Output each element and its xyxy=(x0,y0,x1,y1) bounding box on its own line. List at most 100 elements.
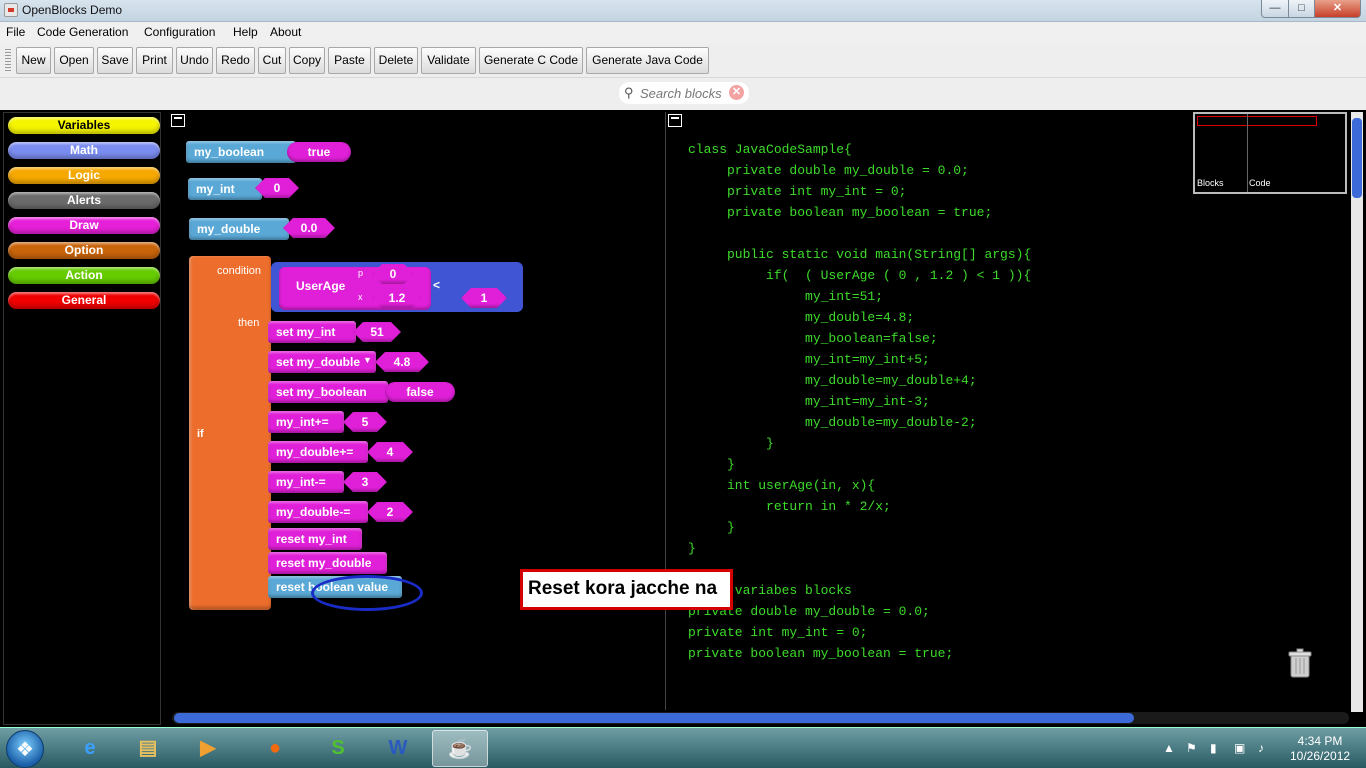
my-int-minus-block[interactable]: my_int-= xyxy=(268,471,344,493)
redo-button[interactable]: Redo xyxy=(216,47,255,74)
open-button[interactable]: Open xyxy=(54,47,94,74)
userage-label: UserAge xyxy=(296,279,346,293)
start-button[interactable]: ❖ xyxy=(6,730,44,768)
value-block-2[interactable]: 2 xyxy=(367,502,413,522)
code-view[interactable]: class JavaCodeSample{ private double my_… xyxy=(665,112,1351,710)
vertical-scroll-thumb[interactable] xyxy=(1352,118,1362,198)
value-block-51[interactable]: 51 xyxy=(353,322,401,342)
minimap-code-label: Code xyxy=(1249,178,1271,188)
cut-button[interactable]: Cut xyxy=(258,47,286,74)
if-then-label: then xyxy=(238,317,260,329)
clear-search-icon[interactable]: ✕ xyxy=(729,85,744,100)
battery-icon[interactable]: ▮ xyxy=(1210,741,1217,755)
category-general[interactable]: General xyxy=(8,292,160,309)
maximize-button[interactable]: □ xyxy=(1288,0,1315,18)
search-placeholder: Search blocks xyxy=(640,86,722,101)
new-button[interactable]: New xyxy=(16,47,51,74)
media-player-icon[interactable]: ▶ xyxy=(180,730,236,767)
green-app-icon[interactable]: S xyxy=(310,730,366,767)
var-block-my-int[interactable]: my_int xyxy=(188,178,262,200)
show-hidden-icons-icon[interactable]: ▲ xyxy=(1163,741,1175,755)
if-label: if xyxy=(197,428,204,440)
menu-code-generation[interactable]: Code Generation xyxy=(37,25,128,39)
close-button[interactable]: ✕ xyxy=(1314,0,1361,18)
validate-button[interactable]: Validate xyxy=(421,47,476,74)
my-int-plus-block[interactable]: my_int+= xyxy=(268,411,344,433)
minimize-button[interactable]: — xyxy=(1261,0,1289,18)
network-icon[interactable]: ▣ xyxy=(1234,741,1245,755)
menu-help[interactable]: Help xyxy=(233,25,258,39)
search-input[interactable]: ⚲ Search blocks ✕ xyxy=(619,82,749,104)
category-alerts[interactable]: Alerts xyxy=(8,192,160,209)
param-x-label: x xyxy=(358,292,363,302)
minimap-viewport[interactable] xyxy=(1197,116,1317,126)
set-my-int-block[interactable]: set my_int xyxy=(268,321,356,343)
var-block-my-double[interactable]: my_double xyxy=(189,218,289,240)
generate-c-code-button[interactable]: Generate C Code xyxy=(479,47,583,74)
toolbar: New Open Save Print Undo Redo Cut Copy P… xyxy=(0,43,1366,78)
action-center-icon[interactable]: ⚑ xyxy=(1186,741,1197,755)
category-draw[interactable]: Draw xyxy=(8,217,160,234)
horizontal-scroll-thumb[interactable] xyxy=(174,713,1134,723)
internet-explorer-icon[interactable]: e xyxy=(62,730,118,767)
value-block-x[interactable]: 1.2 xyxy=(372,288,422,308)
clock[interactable]: 4:34 PM 10/26/2012 xyxy=(1290,734,1350,764)
value-block-false[interactable]: false xyxy=(385,382,455,402)
highlight-circle-annotation xyxy=(311,575,423,611)
save-button[interactable]: Save xyxy=(97,47,133,74)
file-explorer-icon[interactable]: ▤ xyxy=(120,730,176,767)
minimap[interactable]: Blocks Code xyxy=(1193,112,1347,194)
clock-date: 10/26/2012 xyxy=(1290,749,1351,763)
my-double-minus-block[interactable]: my_double-= xyxy=(268,501,368,523)
value-block-3[interactable]: 3 xyxy=(343,472,387,492)
value-block-4[interactable]: 4 xyxy=(367,442,413,462)
category-math[interactable]: Math xyxy=(8,142,160,159)
set-my-boolean-block[interactable]: set my_boolean xyxy=(268,381,388,403)
chevron-down-icon[interactable]: ▼ xyxy=(363,355,372,365)
value-block-true[interactable]: true xyxy=(287,142,351,162)
undo-button[interactable]: Undo xyxy=(176,47,213,74)
reset-my-int-block[interactable]: reset my_int xyxy=(268,528,362,550)
title-bar: OpenBlocks Demo — □ ✕ xyxy=(0,0,1366,22)
generate-java-code-button[interactable]: Generate Java Code xyxy=(586,47,709,74)
menu-bar: File Code Generation Configuration Help … xyxy=(0,22,1366,43)
taskbar: ❖ e ▤ ▶ ● S W ☕ ▲ ⚑ ▮ ▣ ♪ 4:34 PM 10/26/… xyxy=(0,727,1366,768)
value-block-4-8[interactable]: 4.8 xyxy=(375,352,429,372)
toolbar-grip[interactable] xyxy=(5,49,11,73)
block-canvas[interactable]: my_boolean true my_int 0 my_double 0.0 c… xyxy=(167,112,663,710)
canvas-collapse-icon[interactable] xyxy=(171,114,185,127)
generated-code[interactable]: class JavaCodeSample{ private double my_… xyxy=(688,139,1031,710)
paste-button[interactable]: Paste xyxy=(328,47,371,74)
vertical-scrollbar[interactable] xyxy=(1351,112,1363,712)
java-app-icon xyxy=(4,3,18,17)
delete-button[interactable]: Delete xyxy=(374,47,418,74)
windows-logo-icon: ❖ xyxy=(16,739,34,761)
code-collapse-icon[interactable] xyxy=(668,114,682,127)
window-title: OpenBlocks Demo xyxy=(22,3,123,17)
var-block-my-boolean[interactable]: my_boolean xyxy=(186,141,296,163)
reset-my-double-block[interactable]: reset my_double xyxy=(268,552,387,574)
value-block-5[interactable]: 5 xyxy=(343,412,387,432)
menu-file[interactable]: File xyxy=(6,25,25,39)
copy-button[interactable]: Copy xyxy=(289,47,325,74)
print-button[interactable]: Print xyxy=(136,47,173,74)
minimap-blocks-label: Blocks xyxy=(1197,178,1224,188)
firefox-icon[interactable]: ● xyxy=(247,730,303,767)
category-option[interactable]: Option xyxy=(8,242,160,259)
category-action[interactable]: Action xyxy=(8,267,160,284)
menu-about[interactable]: About xyxy=(270,25,301,39)
category-variables[interactable]: Variables xyxy=(8,117,160,134)
trash-icon[interactable] xyxy=(1288,648,1312,678)
set-my-double-block[interactable]: set my_double xyxy=(268,351,376,373)
value-block-double-zero[interactable]: 0.0 xyxy=(283,218,335,238)
java-taskbar-icon[interactable]: ☕ xyxy=(432,730,488,767)
word-icon[interactable]: W xyxy=(370,730,426,767)
if-condition-label: condition xyxy=(217,265,262,277)
workspace: Variables Math Logic Alerts Draw Option … xyxy=(0,110,1366,727)
category-logic[interactable]: Logic xyxy=(8,167,160,184)
less-than-operator: < xyxy=(433,278,441,292)
my-double-plus-block[interactable]: my_double+= xyxy=(268,441,368,463)
menu-configuration[interactable]: Configuration xyxy=(144,25,215,39)
volume-icon[interactable]: ♪ xyxy=(1258,741,1264,755)
horizontal-scrollbar[interactable] xyxy=(172,712,1349,724)
